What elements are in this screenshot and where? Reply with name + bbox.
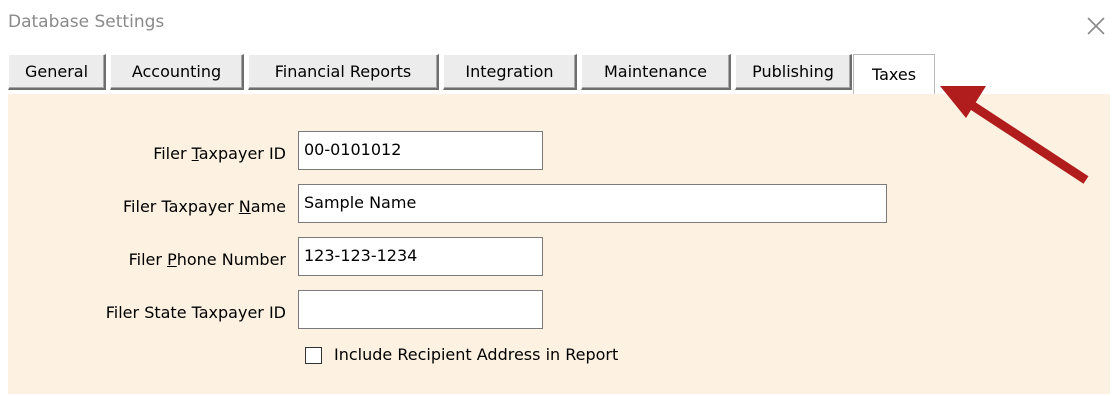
tab-general[interactable]: General [8,54,106,90]
state-taxpayer-id-field[interactable] [298,290,543,329]
window-title: Database Settings [8,12,165,32]
include-address-checkbox[interactable] [305,347,322,364]
tab-taxes[interactable]: Taxes [853,54,935,94]
phone-number-field[interactable]: 123-123-1234 [298,237,543,276]
red-arrow-icon [940,86,1089,184]
taxpayer-id-label: Filer Taxpayer ID [153,144,286,163]
tab-accounting[interactable]: Accounting [110,54,244,90]
close-icon[interactable] [1084,14,1108,38]
phone-number-label: Filer Phone Number [128,250,286,269]
state-taxpayer-id-label: Filer State Taxpayer ID [105,303,286,322]
tab-maintenance[interactable]: Maintenance [581,54,731,90]
taxpayer-name-label: Filer Taxpayer Name [123,197,286,216]
tab-financial-reports[interactable]: Financial Reports [248,54,439,90]
taxpayer-id-field[interactable]: 00-0101012 [298,131,543,170]
taxpayer-name-field[interactable]: Sample Name [298,184,887,223]
tab-integration[interactable]: Integration [443,54,577,90]
include-address-label: Include Recipient Address in Report [334,345,619,364]
tab-publishing[interactable]: Publishing [735,54,852,90]
